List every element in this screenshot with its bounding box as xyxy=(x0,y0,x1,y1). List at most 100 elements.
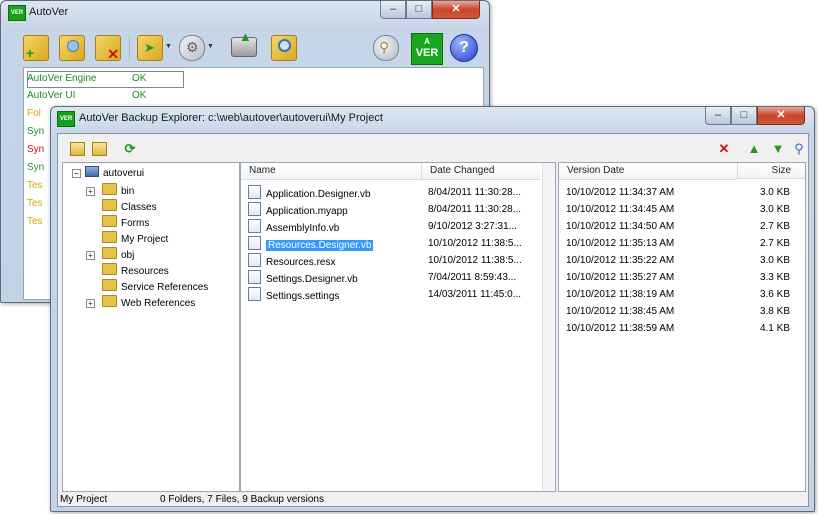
version-date: 10/10/2012 11:38:59 AM xyxy=(566,323,675,334)
status-path: My Project xyxy=(60,494,108,505)
restore-drive-icon[interactable]: ▲ xyxy=(231,29,257,57)
close-button[interactable]: ✕ xyxy=(432,1,480,19)
explorer-window-title: AutoVer Backup Explorer: c:\web\autover\… xyxy=(79,112,383,124)
tree-item[interactable]: Forms xyxy=(102,215,149,231)
file-row[interactable]: Resources.resx 10/10/2012 11:38:5... xyxy=(248,253,538,269)
file-row[interactable]: AssemblyInfo.vb 9/10/2012 3:27:31... xyxy=(248,219,538,235)
version-row[interactable]: 10/10/2012 11:35:27 AM 3.3 KB xyxy=(566,270,790,286)
backup-dropdown-icon[interactable]: ▼ xyxy=(165,43,172,50)
version-row[interactable]: 10/10/2012 11:38:45 AM 3.8 KB xyxy=(566,304,790,320)
tree-item[interactable]: My Project xyxy=(102,231,168,247)
file-name: Settings.settings xyxy=(266,291,340,302)
file-icon xyxy=(248,202,261,216)
folder-icon xyxy=(102,247,117,259)
tree-item[interactable]: obj xyxy=(102,247,134,263)
file-list-scrollbar[interactable] xyxy=(542,163,555,491)
version-row[interactable]: 10/10/2012 11:38:59 AM 4.1 KB xyxy=(566,321,790,337)
file-name: Application.Designer.vb xyxy=(266,189,371,200)
version-row[interactable]: 10/10/2012 11:34:37 AM 3.0 KB xyxy=(566,185,790,201)
folder-icon xyxy=(102,199,117,211)
col-header-name[interactable]: Name xyxy=(241,163,429,180)
file-row[interactable]: Resources.Designer.vb 10/10/2012 11:38:5.… xyxy=(248,236,538,252)
explorer-close-button[interactable]: ✕ xyxy=(757,107,805,125)
file-row[interactable]: Settings.Designer.vb 7/04/2011 8:59:43... xyxy=(248,270,538,286)
copy-folder-icon[interactable] xyxy=(92,142,107,156)
version-date: 10/10/2012 11:34:37 AM xyxy=(566,187,675,198)
add-folder-icon[interactable]: + xyxy=(23,35,49,61)
ver-badge-icon[interactable]: A VER xyxy=(411,33,443,65)
tree-item[interactable]: Classes xyxy=(102,199,157,215)
maximize-button[interactable]: □ xyxy=(406,1,432,19)
file-name: Settings.Designer.vb xyxy=(266,274,358,285)
key-network-icon[interactable]: ⚲ xyxy=(373,35,399,61)
minimize-button[interactable]: – xyxy=(380,1,406,19)
file-row[interactable]: Application.Designer.vb 8/04/2011 11:30:2… xyxy=(248,185,538,201)
open-folder-icon[interactable] xyxy=(70,142,85,156)
status-label-ui: AutoVer UI xyxy=(27,90,76,101)
folder-icon xyxy=(102,231,117,243)
version-row[interactable]: 10/10/2012 11:34:45 AM 3.0 KB xyxy=(566,202,790,218)
version-size: 3.6 KB xyxy=(759,289,790,300)
version-date: 10/10/2012 11:34:50 AM xyxy=(566,221,675,232)
refresh-icon[interactable]: ⟳ xyxy=(122,141,138,157)
version-row[interactable]: 10/10/2012 11:34:50 AM 2.7 KB xyxy=(566,219,790,235)
version-date: 10/10/2012 11:35:27 AM xyxy=(566,272,675,283)
main-window-title: AutoVer xyxy=(29,6,69,18)
edit-folder-icon[interactable] xyxy=(59,35,85,61)
tree-expand-icon[interactable]: + xyxy=(86,299,95,308)
backup-folder-icon[interactable]: ➤ xyxy=(137,35,163,61)
delete-version-icon[interactable]: ✕ xyxy=(716,141,732,157)
tree-item[interactable]: Web References xyxy=(102,295,195,311)
restore-version-icon[interactable]: ▲ xyxy=(746,141,762,157)
col-header-version-date[interactable]: Version Date xyxy=(559,163,737,180)
file-date: 8/04/2011 11:30:28... xyxy=(428,204,522,215)
file-row[interactable]: Application.myapp 8/04/2011 11:30:28... xyxy=(248,202,538,218)
version-size: 3.3 KB xyxy=(759,272,790,283)
version-row[interactable]: 10/10/2012 11:35:13 AM 2.7 KB xyxy=(566,236,790,252)
tree-item-label: Forms xyxy=(121,218,150,229)
delete-folder-icon[interactable]: ✕ xyxy=(95,35,121,61)
ver-badge-small: A xyxy=(424,37,430,46)
autover-app-icon: VER xyxy=(8,5,26,21)
tree-root[interactable]: − autoverui xyxy=(72,166,144,182)
version-size: 3.0 KB xyxy=(759,187,790,198)
file-date: 14/03/2011 11:45:0... xyxy=(428,289,522,300)
status-value-engine: OK xyxy=(132,73,147,84)
tree-expand-icon[interactable]: + xyxy=(86,187,95,196)
explorer-minimize-button[interactable]: – xyxy=(705,107,731,125)
status-label-engine: AutoVer Engine xyxy=(27,73,97,84)
computer-icon xyxy=(85,166,99,177)
log-line: Syn xyxy=(27,126,45,137)
file-name: Application.myapp xyxy=(266,206,348,217)
tree-item-label: bin xyxy=(121,186,135,197)
tree-item-label: Resources xyxy=(121,266,169,277)
compare-version-icon[interactable]: ⚲ xyxy=(791,141,807,157)
file-row[interactable]: Settings.settings 14/03/2011 11:45:0... xyxy=(248,287,538,303)
explorer-titlebar[interactable]: VER AutoVer Backup Explorer: c:\web\auto… xyxy=(51,107,814,129)
version-row[interactable]: 10/10/2012 11:38:19 AM 3.6 KB xyxy=(566,287,790,303)
tree-item[interactable]: bin xyxy=(102,183,134,199)
download-version-icon[interactable]: ▼ xyxy=(770,141,786,157)
search-folder-icon[interactable] xyxy=(271,35,297,61)
log-line: Syn xyxy=(27,162,45,173)
help-icon[interactable]: ? xyxy=(450,34,478,62)
tree-item[interactable]: Resources xyxy=(102,263,169,279)
status-summary: 0 Folders, 7 Files, 9 Backup versions xyxy=(160,494,324,505)
col-header-size[interactable]: Size xyxy=(737,163,805,179)
tree-item[interactable]: Service References xyxy=(102,279,208,295)
tree-item-label: Classes xyxy=(121,202,157,213)
tree-expand-icon[interactable]: + xyxy=(86,251,95,260)
col-header-date[interactable]: Date Changed xyxy=(421,163,540,180)
main-titlebar[interactable]: VER AutoVer – □ ✕ xyxy=(1,1,489,23)
explorer-maximize-button[interactable]: □ xyxy=(731,107,757,125)
settings-gear-icon[interactable]: ⚙ xyxy=(179,35,205,61)
tree-root-collapse-icon[interactable]: − xyxy=(72,169,81,178)
tree-root-label: autoverui xyxy=(103,168,145,179)
file-name: Resources.resx xyxy=(266,257,336,268)
version-row[interactable]: 10/10/2012 11:35:22 AM 3.0 KB xyxy=(566,253,790,269)
version-size: 3.0 KB xyxy=(759,255,790,266)
folder-icon xyxy=(102,295,117,307)
settings-dropdown-icon[interactable]: ▼ xyxy=(207,43,214,50)
ver-badge-text: VER xyxy=(415,47,439,59)
version-size: 2.7 KB xyxy=(759,238,790,249)
